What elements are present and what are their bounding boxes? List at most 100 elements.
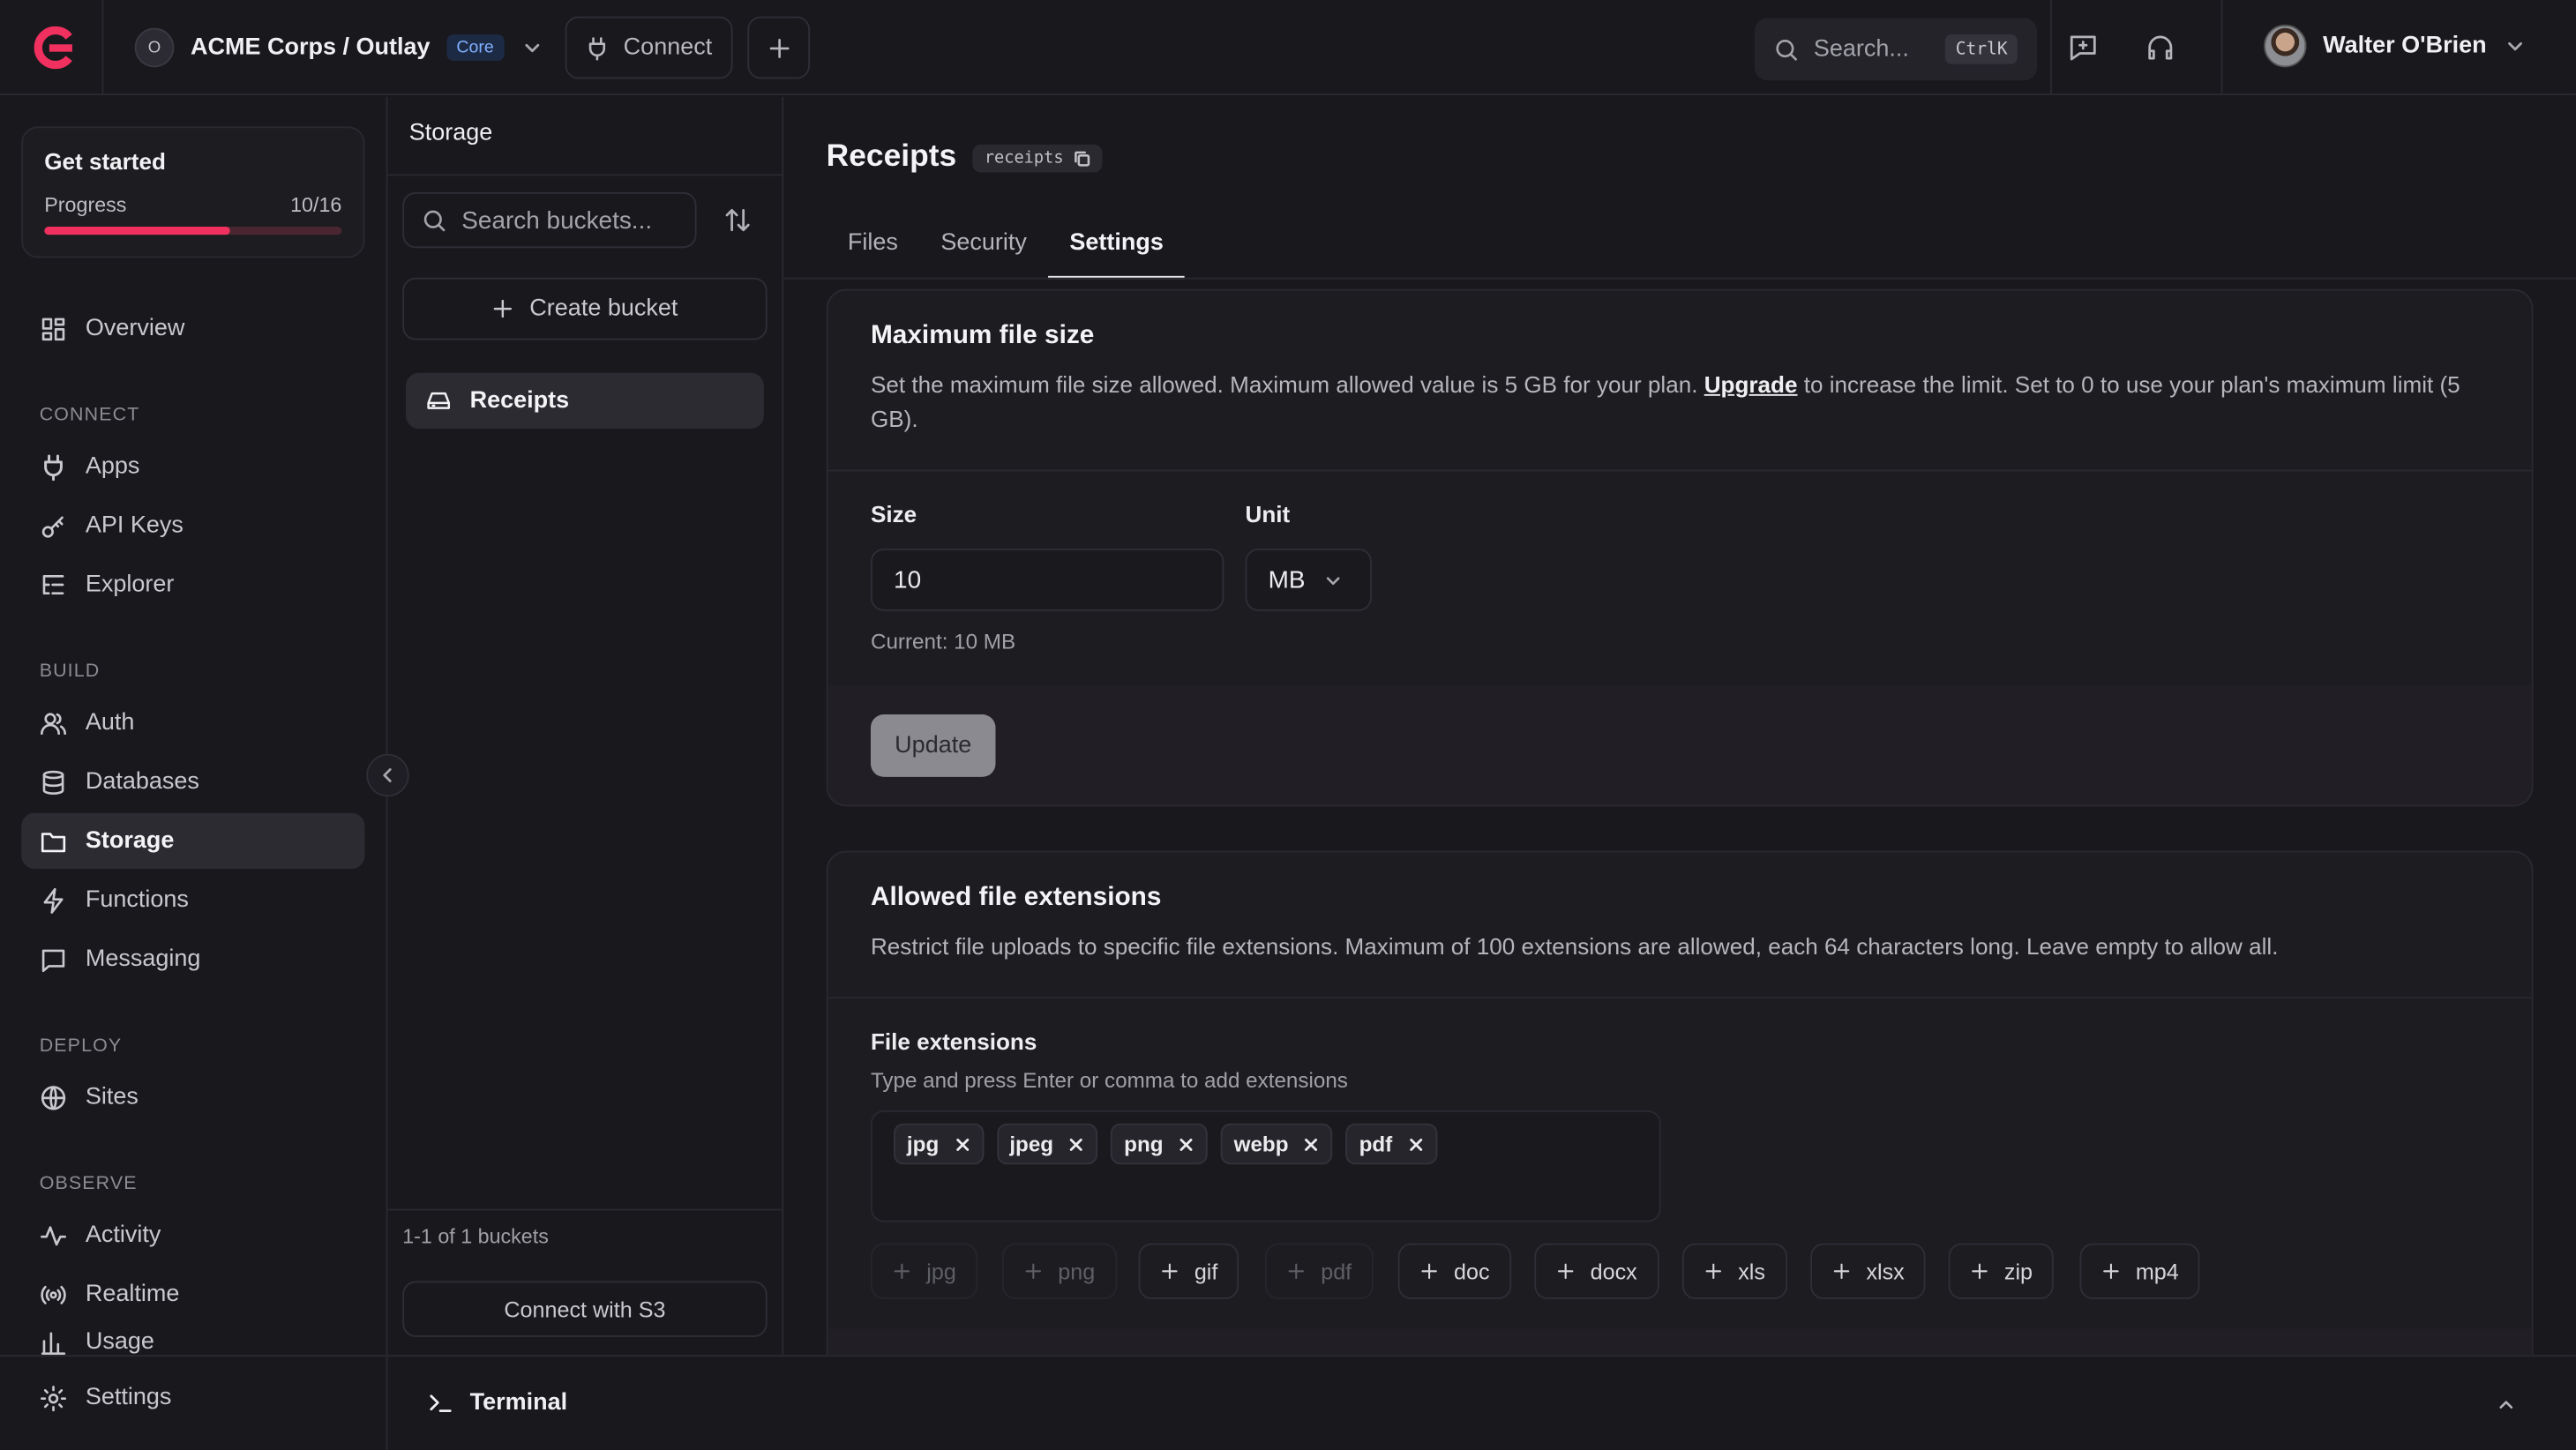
file-extensions-hint: Type and press Enter or comma to add ext… <box>870 1067 1348 1093</box>
unit-label: Unit <box>1245 500 1291 527</box>
section-connect: CONNECT <box>39 405 140 426</box>
suggestion-chip[interactable]: jpg <box>870 1243 978 1300</box>
extensions-tag-input[interactable]: jpg jpeg png webp pdf <box>870 1110 1661 1222</box>
suggestion-chip[interactable]: gif <box>1138 1243 1239 1300</box>
headset-support-icon[interactable] <box>2144 31 2176 64</box>
sidebar-item-usage[interactable]: Usage <box>21 1326 364 1356</box>
appwrite-logo-icon[interactable] <box>30 26 76 70</box>
sidebar-item-realtime[interactable]: Realtime <box>21 1267 364 1322</box>
add-button[interactable] <box>747 16 811 79</box>
current-size-text: Current: 10 MB <box>870 629 1016 654</box>
close-icon[interactable] <box>954 1136 970 1153</box>
sidebar-item-apps[interactable]: Apps <box>21 438 364 494</box>
allowed-extensions-card: Allowed file extensions Restrict file up… <box>826 850 2534 1356</box>
sidebar-item-label: Messaging <box>85 945 201 973</box>
broadcast-icon <box>40 1281 68 1309</box>
user-menu[interactable]: Walter O'Brien <box>2264 24 2526 68</box>
suggestion-label: pdf <box>1321 1259 1352 1284</box>
close-icon[interactable] <box>1407 1136 1424 1153</box>
chevron-up-icon[interactable] <box>2496 1394 2517 1416</box>
divider <box>0 1355 388 1357</box>
progress-count: 10/16 <box>290 193 342 217</box>
org-switcher[interactable]: O ACME Corps / Outlay Core <box>134 27 543 68</box>
search-icon <box>1774 37 1799 62</box>
sort-icon[interactable] <box>723 206 753 235</box>
sidebar-item-settings[interactable]: Settings <box>21 1370 364 1425</box>
create-bucket-button[interactable]: Create bucket <box>402 277 768 340</box>
gear-icon <box>40 1384 68 1412</box>
bucket-id-chip[interactable]: receipts <box>972 143 1104 172</box>
close-icon[interactable] <box>1068 1136 1085 1153</box>
terminal-panel[interactable]: Terminal <box>387 1355 2576 1450</box>
plug-icon <box>40 452 68 481</box>
tag-label: webp <box>1233 1132 1289 1156</box>
card-description: Restrict file uploads to specific file e… <box>870 932 2279 960</box>
get-started-card[interactable]: Get started Progress 10/16 <box>21 126 365 258</box>
sidebar-item-explorer[interactable]: Explorer <box>21 557 364 612</box>
terminal-header[interactable]: Terminal <box>427 1389 567 1416</box>
sidebar-item-databases[interactable]: Databases <box>21 754 364 810</box>
suggestion-chip[interactable]: mp4 <box>2079 1243 2200 1300</box>
sidebar-item-auth[interactable]: Auth <box>21 695 364 751</box>
search-icon <box>423 208 447 233</box>
update-button[interactable]: Update <box>870 714 996 777</box>
hard-drive-icon <box>425 387 452 414</box>
connect-button[interactable]: Connect <box>565 16 733 79</box>
bucket-count: 1-1 of 1 buckets <box>387 1208 783 1262</box>
size-input[interactable]: 10 <box>870 548 1224 611</box>
divider <box>783 277 2576 280</box>
file-extensions-label: File extensions <box>870 1028 1037 1055</box>
unit-select[interactable]: MB <box>1245 548 1372 611</box>
suggestion-label: gif <box>1194 1259 1218 1284</box>
suggestion-chip[interactable]: zip <box>1948 1243 2055 1300</box>
sidebar-item-sites[interactable]: Sites <box>21 1069 364 1125</box>
sidebar-item-storage[interactable]: Storage <box>21 812 365 870</box>
page-title: Receipts <box>826 139 957 175</box>
sidebar-item-activity[interactable]: Activity <box>21 1207 364 1263</box>
sidebar-item-label: Overview <box>85 315 185 342</box>
tab-security[interactable]: Security <box>919 208 1048 277</box>
sidebar-item-label: Activity <box>85 1222 161 1249</box>
suggestion-chip[interactable]: pdf <box>1264 1243 1374 1300</box>
avatar <box>2264 24 2307 68</box>
global-search[interactable]: Search... CtrlK <box>1754 18 2038 81</box>
connect-s3-button[interactable]: Connect with S3 <box>402 1281 768 1337</box>
tab-settings[interactable]: Settings <box>1048 208 1186 280</box>
sidebar-item-messaging[interactable]: Messaging <box>21 931 364 987</box>
top-bar: O ACME Corps / Outlay Core Connect Searc… <box>0 0 2576 96</box>
sidebar-item-functions[interactable]: Functions <box>21 872 364 928</box>
sidebar-item-api-keys[interactable]: API Keys <box>21 497 364 553</box>
suggestion-chip[interactable]: docx <box>1534 1243 1659 1300</box>
suggestion-chip[interactable]: xlsx <box>1810 1243 1926 1300</box>
upgrade-link[interactable]: Upgrade <box>1704 371 1798 398</box>
globe-icon <box>40 1083 68 1111</box>
tab-files[interactable]: Files <box>827 208 919 277</box>
list-tree-icon <box>40 571 68 599</box>
storage-panel-title: Storage <box>387 97 783 176</box>
size-value: 10 <box>894 565 922 594</box>
tab-bar: Files Security Settings <box>827 208 1186 280</box>
close-icon[interactable] <box>1303 1136 1320 1153</box>
main-content: Receipts receipts Files Security Setting… <box>783 97 2576 1356</box>
create-bucket-label: Create bucket <box>529 295 678 322</box>
unit-value: MB <box>1268 565 1306 594</box>
sidebar-item-overview[interactable]: Overview <box>21 301 364 356</box>
bar-chart-icon <box>40 1329 68 1356</box>
org-name: ACME Corps / Outlay <box>191 34 431 61</box>
app-root: O ACME Corps / Outlay Core Connect Searc… <box>0 0 2576 1450</box>
sidebar-item-label: Auth <box>85 709 135 736</box>
close-icon[interactable] <box>1178 1136 1194 1153</box>
storage-panel: Storage Search buckets... Create bucket … <box>387 96 784 1356</box>
suggestion-label: jpg <box>926 1259 956 1284</box>
feedback-icon[interactable] <box>2067 31 2100 64</box>
suggestion-chip[interactable]: xls <box>1681 1243 1787 1300</box>
sidebar-item-label: Apps <box>85 452 140 480</box>
bucket-search-input[interactable]: Search buckets... <box>402 191 697 249</box>
sidebar: Get started Progress 10/16 Overview CONN… <box>0 96 409 1450</box>
sidebar-item-label: Usage <box>85 1328 154 1356</box>
suggestion-chip[interactable]: doc <box>1397 1243 1511 1300</box>
bucket-item[interactable]: Receipts <box>405 372 764 430</box>
suggestion-chip[interactable]: png <box>1001 1243 1117 1300</box>
search-shortcut: CtrlK <box>1945 34 2018 64</box>
terminal-icon <box>427 1389 453 1416</box>
